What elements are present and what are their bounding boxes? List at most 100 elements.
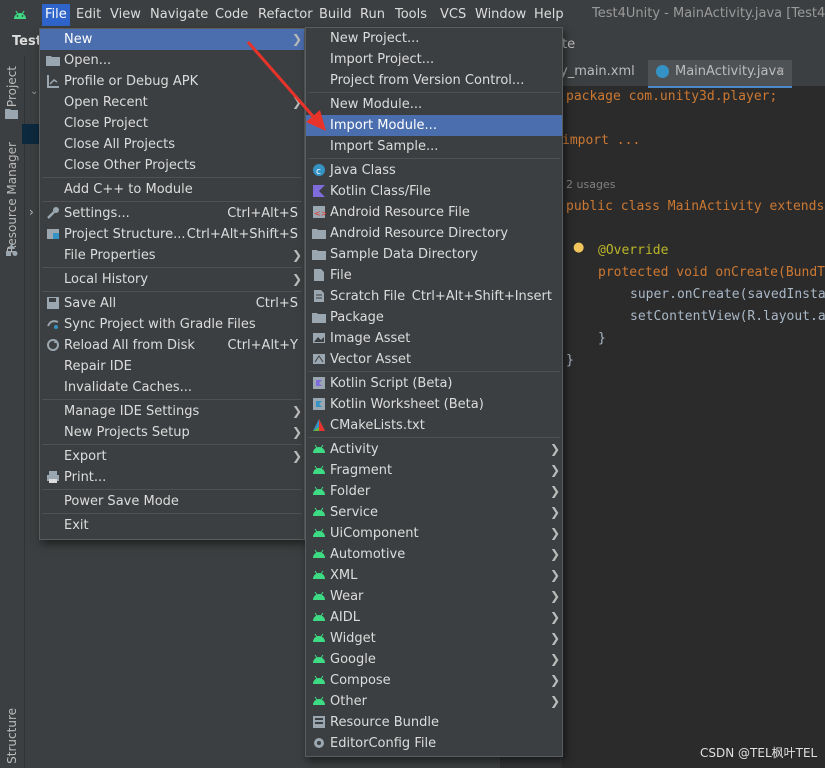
new-menu-item-file[interactable]: File bbox=[306, 265, 562, 286]
menu-separator bbox=[42, 201, 302, 202]
new-menu-item-kotlin-script-beta[interactable]: Kotlin Script (Beta) bbox=[306, 373, 562, 394]
menu-refactor[interactable]: Refactor bbox=[258, 6, 313, 24]
wrench-icon bbox=[47, 207, 59, 219]
new-menu-item-package[interactable]: Package bbox=[306, 307, 562, 328]
new-menu-item-label: File bbox=[330, 268, 352, 283]
new-menu-item-new-project[interactable]: New Project... bbox=[306, 28, 562, 49]
new-menu-item-wear[interactable]: Wear ❯ bbox=[306, 586, 562, 607]
resource-manager-icon bbox=[6, 244, 18, 256]
file-menu-item-settings[interactable]: Settings... Ctrl+Alt+S bbox=[40, 203, 304, 224]
new-menu-item-other[interactable]: Other ❯ bbox=[306, 691, 562, 712]
new-menu-item-aidl[interactable]: AIDL ❯ bbox=[306, 607, 562, 628]
new-menu-item-scratch-file[interactable]: Scratch File Ctrl+Alt+Shift+Insert bbox=[306, 286, 562, 307]
android-icon bbox=[313, 591, 325, 600]
new-menu-item-fragment[interactable]: Fragment ❯ bbox=[306, 460, 562, 481]
folder-icon bbox=[312, 229, 326, 239]
menu-window[interactable]: Window bbox=[475, 6, 526, 24]
chevron-right-icon: ❯ bbox=[291, 272, 302, 286]
usages-hint[interactable]: 2 usages bbox=[566, 178, 615, 191]
new-menu-item-image-asset[interactable]: Image Asset bbox=[306, 328, 562, 349]
tab-main-activity-label: MainActivity.java bbox=[675, 64, 785, 79]
file-menu-item-local-history[interactable]: Local History ❯ bbox=[40, 269, 304, 290]
new-menu-item-widget[interactable]: Widget ❯ bbox=[306, 628, 562, 649]
new-menu-item-sample-data-directory[interactable]: Sample Data Directory bbox=[306, 244, 562, 265]
file-menu-item-power-save-mode[interactable]: Power Save Mode bbox=[40, 491, 304, 512]
gear-icon bbox=[314, 738, 324, 748]
package-icon bbox=[312, 313, 326, 323]
new-menu-item-activity[interactable]: Activity ❯ bbox=[306, 439, 562, 460]
menu-help[interactable]: Help bbox=[534, 6, 564, 24]
menu-build[interactable]: Build bbox=[319, 6, 352, 24]
file-menu-item-exit[interactable]: Exit bbox=[40, 515, 304, 536]
new-menu-item-kotlin-class-file[interactable]: Kotlin Class/File bbox=[306, 181, 562, 202]
menu-navigate[interactable]: Navigate bbox=[150, 6, 208, 24]
close-tab-icon[interactable]: ✕ bbox=[776, 60, 785, 84]
file-menu-item-reload-all-from-disk[interactable]: Reload All from Disk Ctrl+Alt+Y bbox=[40, 335, 304, 356]
menu-file[interactable]: File bbox=[42, 4, 70, 26]
menu-edit[interactable]: Edit bbox=[76, 6, 101, 24]
new-menu-item-label: EditorConfig File bbox=[330, 736, 437, 751]
file-menu-item-export[interactable]: Export ❯ bbox=[40, 446, 304, 467]
new-menu-item-vector-asset[interactable]: Vector Asset bbox=[306, 349, 562, 370]
menu-separator bbox=[42, 399, 302, 400]
file-menu-item-add-c-to-module[interactable]: Add C++ to Module bbox=[40, 179, 304, 200]
menu-separator bbox=[308, 437, 560, 438]
new-menu-item-label: Compose bbox=[330, 673, 391, 688]
file-menu-item-close-all-projects[interactable]: Close All Projects bbox=[40, 134, 304, 155]
menu-code[interactable]: Code bbox=[215, 6, 248, 24]
file-menu-item-invalidate-caches[interactable]: Invalidate Caches... bbox=[40, 377, 304, 398]
project-tool-button[interactable]: Project bbox=[5, 66, 19, 107]
lightbulb-icon[interactable]: ● bbox=[573, 240, 584, 255]
resource-manager-tool-button[interactable]: Resource Manager bbox=[5, 142, 19, 253]
new-menu-item-android-resource-file[interactable]: <> Android Resource File bbox=[306, 202, 562, 223]
file-menu-item-repair-ide[interactable]: Repair IDE bbox=[40, 356, 304, 377]
new-menu-item-import-sample[interactable]: Import Sample... bbox=[306, 136, 562, 157]
code-line-import[interactable]: import ... bbox=[562, 133, 640, 148]
chevron-right-icon[interactable]: › bbox=[29, 205, 34, 219]
new-menu-item-automotive[interactable]: Automotive ❯ bbox=[306, 544, 562, 565]
menu-separator bbox=[308, 158, 560, 159]
chevron-down-icon[interactable]: ⌄ bbox=[30, 86, 38, 97]
new-menu-item-java-class[interactable]: c Java Class bbox=[306, 160, 562, 181]
new-menu-item-resource-bundle[interactable]: Resource Bundle bbox=[306, 712, 562, 733]
file-menu-item-close-other-projects[interactable]: Close Other Projects bbox=[40, 155, 304, 176]
menu-vcs[interactable]: VCS bbox=[440, 6, 466, 24]
file-menu-item-manage-ide-settings[interactable]: Manage IDE Settings ❯ bbox=[40, 401, 304, 422]
file-menu-item-file-properties[interactable]: File Properties ❯ bbox=[40, 245, 304, 266]
save-icon bbox=[47, 297, 59, 309]
new-menu-item-project-from-version-control[interactable]: Project from Version Control... bbox=[306, 70, 562, 91]
new-menu-item-folder[interactable]: Folder ❯ bbox=[306, 481, 562, 502]
new-menu-item-cmakelists-txt[interactable]: CMakeLists.txt bbox=[306, 415, 562, 436]
new-menu-item-label: UiComponent bbox=[330, 526, 419, 541]
file-menu-item-print[interactable]: Print... bbox=[40, 467, 304, 488]
new-menu-item-google[interactable]: Google ❯ bbox=[306, 649, 562, 670]
new-menu-item-compose[interactable]: Compose ❯ bbox=[306, 670, 562, 691]
new-menu-item-new-module[interactable]: New Module... bbox=[306, 94, 562, 115]
menu-tools[interactable]: Tools bbox=[395, 6, 427, 24]
menu-view[interactable]: View bbox=[110, 6, 141, 24]
new-menu-item-kotlin-worksheet-beta[interactable]: Kotlin Worksheet (Beta) bbox=[306, 394, 562, 415]
structure-tool-button[interactable]: Structure bbox=[5, 708, 19, 764]
new-menu-item-service[interactable]: Service ❯ bbox=[306, 502, 562, 523]
file-menu-item-project-structure[interactable]: Project Structure... Ctrl+Alt+Shift+S bbox=[40, 224, 304, 245]
new-menu-item-android-resource-directory[interactable]: Android Resource Directory bbox=[306, 223, 562, 244]
tab-activity-main-xml[interactable]: y_main.xml bbox=[560, 60, 635, 86]
vector-asset-icon bbox=[313, 354, 325, 364]
cmake-icon bbox=[313, 419, 325, 431]
new-menu-item-editorconfig-file[interactable]: EditorConfig File bbox=[306, 733, 562, 754]
new-menu-item-import-module[interactable]: Import Module... bbox=[306, 115, 562, 136]
project-tree-selected-row[interactable] bbox=[22, 124, 40, 144]
file-menu-item-save-all[interactable]: Save All Ctrl+S bbox=[40, 293, 304, 314]
file-menu-item-sync-project-with-gradle-files[interactable]: Sync Project with Gradle Files bbox=[40, 314, 304, 335]
menu-run[interactable]: Run bbox=[360, 6, 385, 24]
tab-main-activity[interactable]: MainActivity.java ✕ bbox=[648, 60, 792, 88]
file-menu-item-label: Open Recent bbox=[64, 95, 148, 110]
window-title: Test4Unity - MainActivity.java [Test4Uni… bbox=[592, 6, 825, 21]
new-menu-item-xml[interactable]: XML ❯ bbox=[306, 565, 562, 586]
new-menu-item-import-project[interactable]: Import Project... bbox=[306, 49, 562, 70]
chevron-right-icon: ❯ bbox=[549, 568, 560, 582]
new-menu-item-uicomponent[interactable]: UiComponent ❯ bbox=[306, 523, 562, 544]
file-menu-item-new-projects-setup[interactable]: New Projects Setup ❯ bbox=[40, 422, 304, 443]
android-studio-logo-icon[interactable] bbox=[12, 6, 28, 22]
menu-separator bbox=[308, 371, 560, 372]
